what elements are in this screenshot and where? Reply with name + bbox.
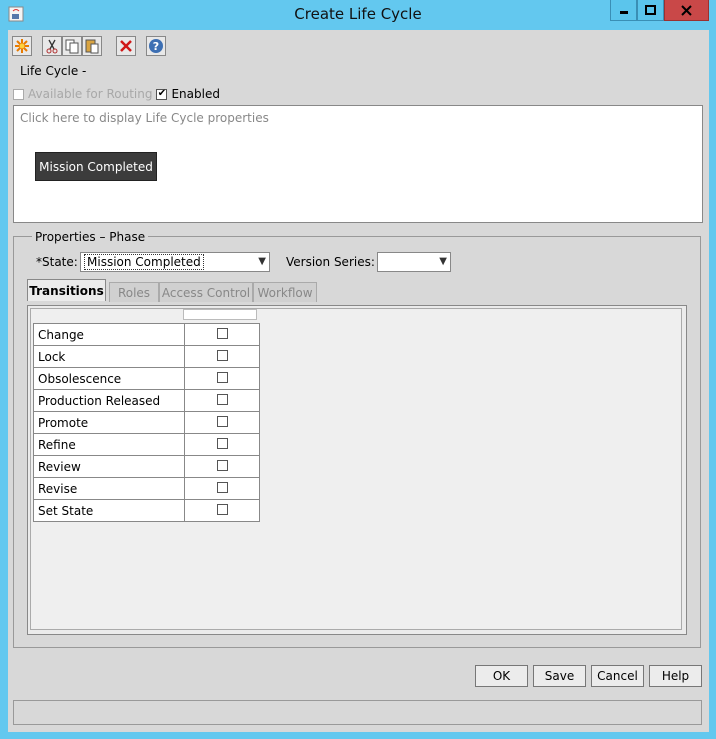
transition-name: Revise bbox=[33, 477, 185, 500]
transition-checkbox[interactable] bbox=[216, 459, 228, 471]
close-button[interactable] bbox=[664, 0, 709, 21]
column-header[interactable] bbox=[183, 309, 257, 320]
chevron-down-icon: ▼ bbox=[439, 256, 447, 267]
new-button[interactable] bbox=[12, 36, 32, 56]
transition-cell bbox=[184, 367, 260, 390]
minimize-button[interactable] bbox=[610, 0, 637, 21]
enabled-checkbox[interactable]: ✔ bbox=[156, 88, 168, 100]
window: Create Life Cycle ? Life Cycle - Availab… bbox=[0, 0, 716, 739]
life-cycle-canvas[interactable]: Click here to display Life Cycle propert… bbox=[13, 105, 703, 223]
cut-button[interactable] bbox=[42, 36, 62, 56]
copy-button[interactable] bbox=[62, 36, 82, 56]
transition-checkbox[interactable] bbox=[216, 415, 228, 427]
tab-transitions[interactable]: Transitions bbox=[27, 279, 106, 301]
version-series-select[interactable]: ▼ bbox=[377, 252, 451, 272]
version-series-label: Version Series: bbox=[286, 255, 375, 269]
transition-checkbox[interactable] bbox=[216, 393, 228, 405]
title-bar: Create Life Cycle bbox=[0, 0, 716, 30]
dialog-body: ? Life Cycle - Available for Routing ✔ E… bbox=[8, 30, 709, 732]
enabled-label: Enabled bbox=[171, 87, 220, 101]
table-row: Change bbox=[33, 323, 260, 346]
table-row: Lock bbox=[33, 345, 260, 368]
table-row: Production Released bbox=[33, 389, 260, 412]
transition-name: Obsolescence bbox=[33, 367, 185, 390]
help-icon: ? bbox=[149, 39, 163, 53]
transition-checkbox[interactable] bbox=[216, 503, 228, 515]
copy-icon bbox=[65, 39, 79, 54]
transition-checkbox[interactable] bbox=[216, 481, 228, 493]
cut-icon bbox=[46, 39, 58, 54]
transition-name: Refine bbox=[33, 433, 185, 456]
ok-button[interactable]: OK bbox=[475, 665, 528, 687]
help-button[interactable]: Help bbox=[649, 665, 702, 687]
maximize-icon bbox=[645, 5, 656, 15]
transition-name: Change bbox=[33, 323, 185, 346]
chevron-down-icon: ▼ bbox=[258, 256, 266, 267]
transition-cell bbox=[184, 411, 260, 434]
properties-legend: Properties – Phase bbox=[32, 230, 149, 244]
table-row: Set State bbox=[33, 499, 260, 522]
canvas-hint[interactable]: Click here to display Life Cycle propert… bbox=[20, 111, 269, 125]
cancel-button[interactable]: Cancel bbox=[591, 665, 644, 687]
table-row: Promote bbox=[33, 411, 260, 434]
tab-roles[interactable]: Roles bbox=[109, 282, 159, 302]
transition-cell bbox=[184, 455, 260, 478]
delete-button[interactable] bbox=[116, 36, 136, 56]
tab-workflow[interactable]: Workflow bbox=[253, 282, 317, 302]
state-select[interactable]: Mission Completed ▼ bbox=[80, 252, 270, 272]
phase-node[interactable]: Mission Completed bbox=[35, 152, 157, 181]
routing-enabled-row: Available for Routing ✔ Enabled bbox=[13, 87, 220, 101]
transition-name: Promote bbox=[33, 411, 185, 434]
properties-panel: Properties – Phase *State: Mission Compl… bbox=[13, 230, 701, 648]
transition-cell bbox=[184, 323, 260, 346]
table-row: Review bbox=[33, 455, 260, 478]
state-label: *State: bbox=[36, 255, 78, 269]
table-row: Refine bbox=[33, 433, 260, 456]
transition-checkbox[interactable] bbox=[216, 371, 228, 383]
transitions-table-area: Change Lock Obsolescence Production Release… bbox=[30, 308, 682, 630]
transition-checkbox[interactable] bbox=[216, 349, 228, 361]
transition-cell bbox=[184, 345, 260, 368]
new-icon bbox=[15, 39, 29, 53]
status-bar bbox=[13, 700, 702, 725]
table-row: Obsolescence bbox=[33, 367, 260, 390]
transition-cell bbox=[184, 433, 260, 456]
transition-name: Lock bbox=[33, 345, 185, 368]
help-toolbar-button[interactable]: ? bbox=[146, 36, 166, 56]
delete-icon bbox=[120, 40, 132, 52]
transition-cell bbox=[184, 499, 260, 522]
state-value: Mission Completed bbox=[84, 254, 204, 270]
available-for-routing-checkbox[interactable] bbox=[13, 88, 24, 100]
window-title: Create Life Cycle bbox=[294, 5, 422, 23]
paste-button[interactable] bbox=[82, 36, 102, 56]
transition-checkbox[interactable] bbox=[216, 327, 228, 339]
transition-name: Production Released bbox=[33, 389, 185, 412]
transition-checkbox[interactable] bbox=[216, 437, 228, 449]
transition-name: Set State bbox=[33, 499, 185, 522]
transitions-table: Change Lock Obsolescence Production Release… bbox=[33, 323, 260, 522]
maximize-button[interactable] bbox=[637, 0, 664, 21]
transition-cell bbox=[184, 389, 260, 412]
transitions-panel: Change Lock Obsolescence Production Release… bbox=[27, 305, 687, 635]
table-row: Revise bbox=[33, 477, 260, 500]
svg-text:?: ? bbox=[153, 40, 159, 53]
transition-name: Review bbox=[33, 455, 185, 478]
close-icon bbox=[681, 4, 692, 16]
save-button[interactable]: Save bbox=[533, 665, 586, 687]
life-cycle-label: Life Cycle - bbox=[20, 64, 87, 78]
paste-icon bbox=[85, 39, 99, 54]
transition-cell bbox=[184, 477, 260, 500]
tab-access-control[interactable]: Access Control bbox=[159, 282, 253, 302]
available-for-routing-label: Available for Routing bbox=[28, 87, 153, 101]
minimize-icon bbox=[619, 11, 628, 14]
